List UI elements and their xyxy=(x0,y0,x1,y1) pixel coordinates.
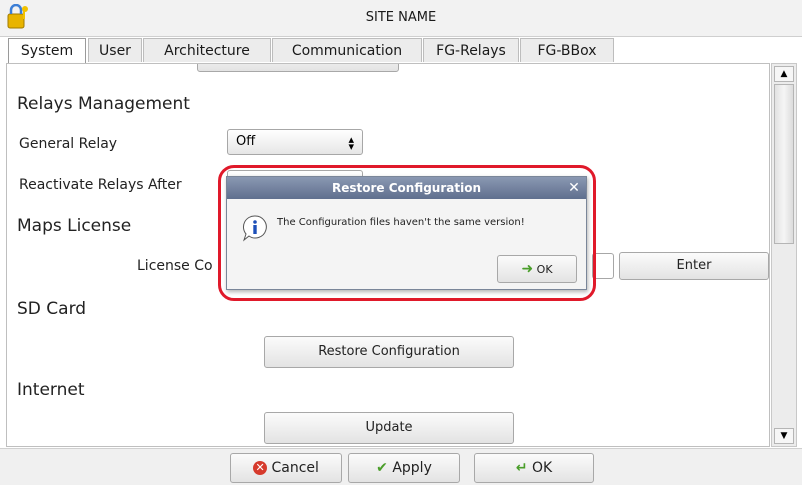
action-bar: ✕ Cancel ✔ Apply ↵ OK xyxy=(0,448,802,485)
check-icon: ✔ xyxy=(376,460,388,476)
relays-management-heading: Relays Management xyxy=(17,94,190,114)
apply-button[interactable]: ✔ Apply xyxy=(348,453,460,483)
ok-label: OK xyxy=(531,460,553,476)
highlight-outline xyxy=(218,165,596,301)
tab-fg-bbox[interactable]: FG-BBox xyxy=(520,38,614,62)
cancel-icon: ✕ xyxy=(253,461,268,475)
tab-architecture[interactable]: Architecture xyxy=(143,38,271,62)
general-relay-select[interactable]: Off ▴ ▾ xyxy=(227,129,363,155)
ok-arrow-icon: ↵ xyxy=(515,460,528,476)
window-title: SITE NAME xyxy=(365,10,437,25)
vertical-scrollbar[interactable]: ▲ ▼ xyxy=(771,63,797,447)
title-bar: SITE NAME xyxy=(0,0,802,37)
tab-user[interactable]: User xyxy=(88,38,142,62)
tab-bar: System User Architecture Communication F… xyxy=(0,38,802,65)
license-code-label: License Co xyxy=(137,258,213,274)
apply-label: Apply xyxy=(392,460,432,476)
tab-fg-relays[interactable]: FG-Relays xyxy=(423,38,519,62)
restore-configuration-button[interactable]: Restore Configuration xyxy=(264,336,514,368)
ok-button[interactable]: ↵ OK xyxy=(474,453,594,483)
tab-communication[interactable]: Communication xyxy=(272,38,422,62)
updown-icon-lower: ▾ xyxy=(348,140,354,153)
scroll-thumb[interactable] xyxy=(774,84,794,244)
update-button[interactable]: Update xyxy=(264,412,514,444)
general-relay-value: Off xyxy=(236,134,256,149)
scroll-up-icon[interactable]: ▲ xyxy=(774,66,794,82)
enter-button[interactable]: Enter xyxy=(619,252,769,280)
general-relay-label: General Relay xyxy=(19,136,118,152)
cancel-label: Cancel xyxy=(271,460,319,476)
sd-card-heading: SD Card xyxy=(17,299,87,319)
maps-license-heading: Maps License xyxy=(17,216,132,236)
tab-system[interactable]: System xyxy=(8,38,86,65)
reactivate-relays-label: Reactivate Relays After xyxy=(19,177,182,193)
partial-top-button[interactable] xyxy=(197,64,399,72)
internet-heading: Internet xyxy=(17,380,85,400)
cancel-button[interactable]: ✕ Cancel xyxy=(230,453,342,483)
scroll-down-icon[interactable]: ▼ xyxy=(774,428,794,444)
